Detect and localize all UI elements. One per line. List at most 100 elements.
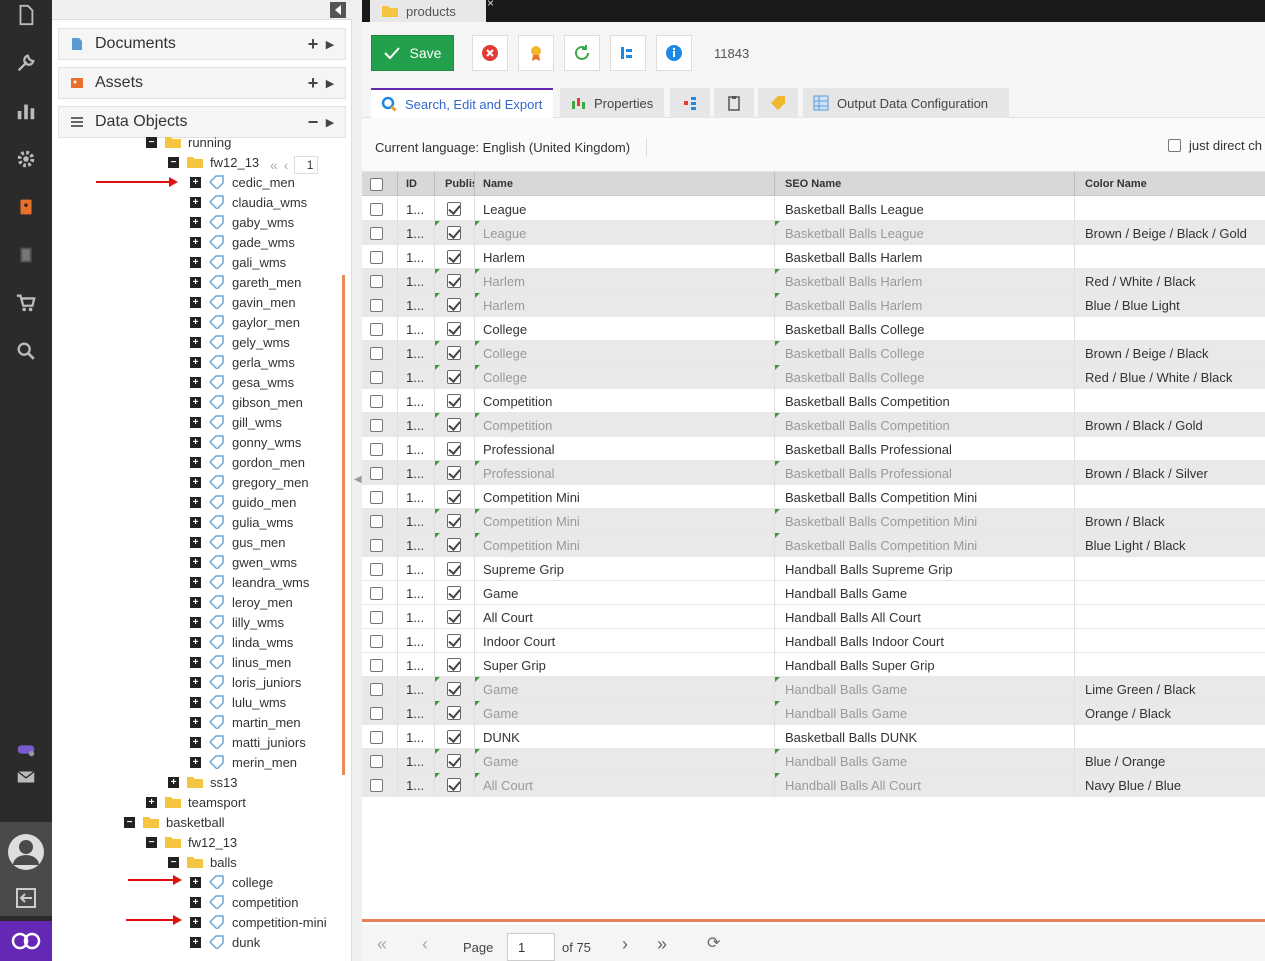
cell-color-name[interactable]: Brown / Black bbox=[1075, 509, 1265, 533]
tree-object[interactable]: + gaylor_men bbox=[190, 312, 300, 332]
collapse-icon[interactable]: − bbox=[168, 856, 179, 868]
expand-icon[interactable]: + bbox=[190, 636, 201, 648]
cell-color-name[interactable] bbox=[1075, 629, 1265, 653]
tree-object[interactable]: + competition-mini bbox=[190, 912, 327, 932]
cell-name[interactable]: Competition Mini bbox=[475, 509, 775, 533]
tree-object[interactable]: + linda_wms bbox=[190, 632, 293, 652]
published-checkbox[interactable] bbox=[447, 778, 461, 792]
tab-products[interactable]: products × bbox=[370, 0, 494, 22]
chevron-right-icon[interactable]: ▶ bbox=[323, 116, 337, 129]
expand-icon[interactable]: + bbox=[190, 916, 201, 928]
cell-name[interactable]: Competition Mini bbox=[475, 485, 775, 509]
table-row[interactable]: 1... Game Handball Balls Game Lime Green / … bbox=[362, 677, 1265, 701]
tree-object[interactable]: + gwen_wms bbox=[190, 552, 297, 572]
cell-published[interactable] bbox=[435, 485, 475, 509]
expand-icon[interactable]: + bbox=[190, 696, 201, 708]
published-checkbox[interactable] bbox=[447, 490, 461, 504]
expand-icon[interactable]: + bbox=[190, 196, 201, 208]
row-select-cell[interactable] bbox=[362, 341, 398, 365]
published-checkbox[interactable] bbox=[447, 586, 461, 600]
cart-icon[interactable] bbox=[0, 288, 52, 318]
cell-published[interactable] bbox=[435, 317, 475, 341]
row-select-cell[interactable] bbox=[362, 485, 398, 509]
cell-color-name[interactable] bbox=[1075, 317, 1265, 341]
cell-seo-name[interactable]: Handball Balls Game bbox=[775, 581, 1075, 605]
cell-published[interactable] bbox=[435, 293, 475, 317]
table-row[interactable]: 1... Harlem Basketball Balls Harlem bbox=[362, 245, 1265, 269]
cell-seo-name[interactable]: Basketball Balls Harlem bbox=[775, 245, 1075, 269]
cell-published[interactable] bbox=[435, 725, 475, 749]
cell-seo-name[interactable]: Basketball Balls Competition Mini bbox=[775, 485, 1075, 509]
cell-name[interactable]: Super Grip bbox=[475, 653, 775, 677]
expand-icon[interactable]: + bbox=[190, 396, 201, 408]
cell-name[interactable]: Game bbox=[475, 581, 775, 605]
table-row[interactable]: 1... Game Handball Balls Game Blue / Orange bbox=[362, 749, 1265, 773]
published-checkbox[interactable] bbox=[447, 442, 461, 456]
published-checkbox[interactable] bbox=[447, 682, 461, 696]
cell-name[interactable]: Professional bbox=[475, 437, 775, 461]
cell-seo-name[interactable]: Basketball Balls DUNK bbox=[775, 725, 1075, 749]
logout-icon[interactable] bbox=[0, 880, 52, 916]
tree-object[interactable]: + gali_wms bbox=[190, 252, 286, 272]
row-checkbox[interactable] bbox=[370, 730, 383, 744]
expand-icon[interactable]: + bbox=[190, 536, 201, 548]
cell-seo-name[interactable]: Basketball Balls Harlem bbox=[775, 293, 1075, 317]
expand-icon[interactable]: + bbox=[190, 576, 201, 588]
collapse-icon[interactable]: − bbox=[168, 156, 179, 168]
info-button[interactable] bbox=[656, 35, 692, 71]
row-checkbox[interactable] bbox=[370, 634, 383, 648]
tree-object[interactable]: + leandra_wms bbox=[190, 572, 309, 592]
cell-name[interactable]: League bbox=[475, 221, 775, 245]
row-select-cell[interactable] bbox=[362, 365, 398, 389]
cell-name[interactable]: All Court bbox=[475, 773, 775, 797]
gear-icon[interactable] bbox=[0, 144, 52, 174]
tab-properties[interactable]: Properties bbox=[560, 88, 664, 118]
expand-icon[interactable]: + bbox=[190, 756, 201, 768]
row-select-cell[interactable] bbox=[362, 557, 398, 581]
cell-name[interactable]: Professional bbox=[475, 461, 775, 485]
tree-object[interactable]: + merin_men bbox=[190, 752, 297, 772]
just-direct-children-toggle[interactable]: just direct ch bbox=[1168, 138, 1262, 153]
tree-object[interactable]: + gulia_wms bbox=[190, 512, 293, 532]
save-button[interactable]: Save bbox=[371, 35, 454, 71]
row-checkbox[interactable] bbox=[370, 322, 383, 336]
published-checkbox[interactable] bbox=[447, 202, 461, 216]
tree-object[interactable]: + lilly_wms bbox=[190, 612, 284, 632]
cell-color-name[interactable]: Brown / Black / Gold bbox=[1075, 413, 1265, 437]
table-row[interactable]: 1... League Basketball Balls League Brown /… bbox=[362, 221, 1265, 245]
tree-object[interactable]: + lulu_wms bbox=[190, 692, 286, 712]
cell-seo-name[interactable]: Basketball Balls Competition Mini bbox=[775, 533, 1075, 557]
tree-object[interactable]: + gordon_men bbox=[190, 452, 305, 472]
cell-seo-name[interactable]: Basketball Balls Competition bbox=[775, 413, 1075, 437]
row-select-cell[interactable] bbox=[362, 509, 398, 533]
table-row[interactable]: 1... Super Grip Handball Balls Super Grip bbox=[362, 653, 1265, 677]
panel-splitter[interactable]: ◀ bbox=[352, 0, 362, 961]
expand-icon[interactable]: + bbox=[190, 616, 201, 628]
add-asset-button[interactable]: + bbox=[303, 73, 323, 94]
reload-button[interactable] bbox=[564, 35, 600, 71]
publish-button[interactable] bbox=[518, 35, 554, 71]
table-row[interactable]: 1... Professional Basketball Balls Profess… bbox=[362, 437, 1265, 461]
cell-seo-name[interactable]: Basketball Balls Harlem bbox=[775, 269, 1075, 293]
cell-seo-name[interactable]: Basketball Balls Professional bbox=[775, 461, 1075, 485]
cell-seo-name[interactable]: Handball Balls All Court bbox=[775, 773, 1075, 797]
cell-published[interactable] bbox=[435, 581, 475, 605]
row-checkbox[interactable] bbox=[370, 346, 383, 360]
cell-published[interactable] bbox=[435, 461, 475, 485]
table-row[interactable]: 1... Supreme Grip Handball Balls Supreme G… bbox=[362, 557, 1265, 581]
expand-icon[interactable]: + bbox=[190, 476, 201, 488]
table-row[interactable]: 1... Game Handball Balls Game Orange / Blac… bbox=[362, 701, 1265, 725]
expand-icon[interactable]: + bbox=[190, 656, 201, 668]
cell-seo-name[interactable]: Basketball Balls League bbox=[775, 221, 1075, 245]
row-select-cell[interactable] bbox=[362, 749, 398, 773]
row-select-cell[interactable] bbox=[362, 533, 398, 557]
cell-color-name[interactable]: Red / Blue / White / Black bbox=[1075, 365, 1265, 389]
tab-notes[interactable] bbox=[714, 88, 754, 118]
document-icon[interactable] bbox=[0, 0, 52, 30]
row-checkbox[interactable] bbox=[370, 226, 383, 240]
tab-tags[interactable] bbox=[758, 88, 798, 118]
tree-object[interactable]: + martin_men bbox=[190, 712, 301, 732]
row-checkbox[interactable] bbox=[370, 442, 383, 456]
row-select-cell[interactable] bbox=[362, 197, 398, 221]
next-page-icon[interactable]: › bbox=[622, 935, 628, 953]
